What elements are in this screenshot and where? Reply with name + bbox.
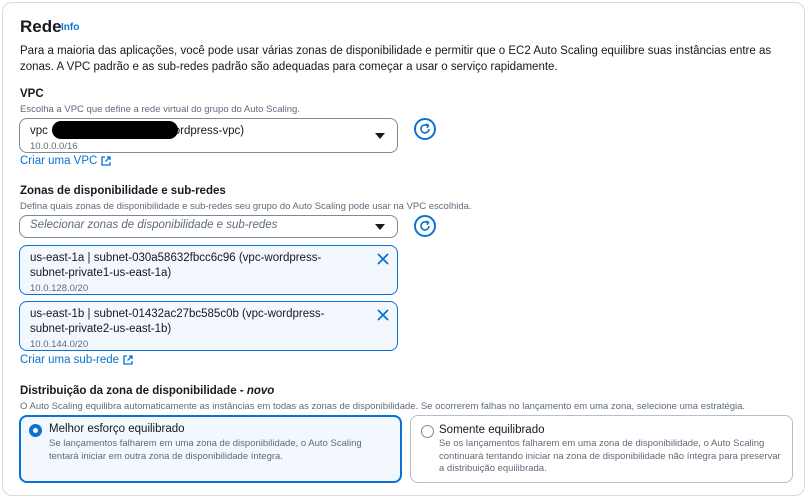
radio-description: Se os lançamentos falharem em uma zona d… xyxy=(439,438,781,474)
zones-refresh-button[interactable] xyxy=(414,215,436,237)
subnet-token-cidr: 10.0.144.0/20 xyxy=(30,339,89,350)
vpc-select[interactable]: vpc (vpc-wordpress-vpc) 10.0.0.0/16 xyxy=(19,118,398,153)
external-link-icon xyxy=(123,355,133,365)
close-icon[interactable] xyxy=(377,309,389,321)
zones-label: Zonas de disponibilidade e sub-redes xyxy=(20,185,226,197)
radio-title: Somente equilibrado xyxy=(439,424,545,436)
radio-description: Se lançamentos falharem em uma zona de d… xyxy=(49,438,362,462)
refresh-icon xyxy=(420,220,430,231)
create-vpc-link[interactable]: Criar uma VPC xyxy=(20,155,111,167)
create-subnet-link[interactable]: Criar uma sub-rede xyxy=(20,354,133,366)
section-title: Rede xyxy=(20,17,62,36)
vpc-description: Escolha a VPC que define a rede virtual … xyxy=(20,104,300,115)
vpc-cidr: 10.0.0.0/16 xyxy=(30,141,78,152)
subnet-token-text: us-east-1a | subnet-030a58632fbcc6c96 (v… xyxy=(30,252,322,279)
network-panel: Rede Info Para a maioria das aplicações,… xyxy=(2,2,805,496)
close-icon[interactable] xyxy=(377,253,389,265)
subnet-token: us-east-1b | subnet-01432ac27bc585c0b (v… xyxy=(19,301,398,351)
zones-select[interactable]: Selecionar zonas de disponibilidade e su… xyxy=(19,215,398,238)
radio-balanced-best-effort[interactable]: Melhor esforço equilibrado Se lançamento… xyxy=(19,415,402,483)
vpc-refresh-button[interactable] xyxy=(414,118,436,140)
section-intro: Para a maioria das aplicações, você pode… xyxy=(20,45,772,73)
subnet-token: us-east-1a | subnet-030a58632fbcc6c96 (v… xyxy=(19,245,398,295)
caret-down-icon xyxy=(375,132,385,139)
zones-placeholder: Selecionar zonas de disponibilidade e su… xyxy=(30,219,278,231)
distribution-label-text: Distribuição da zona de disponibilidade xyxy=(20,385,237,397)
redaction-mark xyxy=(52,121,178,139)
vpc-label: VPC xyxy=(20,88,44,100)
subnet-token-text: us-east-1b | subnet-01432ac27bc585c0b (v… xyxy=(30,308,325,335)
refresh-icon xyxy=(420,123,430,134)
distribution-description: O Auto Scaling equilibra automaticamente… xyxy=(20,401,746,412)
distribution-label: Distribuição da zona de disponibilidade … xyxy=(20,385,275,397)
create-vpc-label: Criar uma VPC xyxy=(20,155,98,167)
external-link-icon xyxy=(101,156,111,166)
radio-unselected-icon[interactable] xyxy=(421,425,434,438)
caret-down-icon xyxy=(375,223,385,230)
subnet-token-cidr: 10.0.128.0/20 xyxy=(30,283,89,294)
zones-description: Defina quais zonas de disponibilidade e … xyxy=(20,201,472,212)
new-badge: novo xyxy=(246,385,275,397)
vpc-selected-prefix: vpc xyxy=(30,125,48,137)
create-subnet-label: Criar uma sub-rede xyxy=(20,354,120,366)
radio-selected-icon[interactable] xyxy=(29,424,42,437)
radio-balanced-only[interactable]: Somente equilibrado Se os lançamentos fa… xyxy=(410,415,793,483)
info-link[interactable]: Info xyxy=(61,22,79,33)
radio-title: Melhor esforço equilibrado xyxy=(49,423,185,435)
